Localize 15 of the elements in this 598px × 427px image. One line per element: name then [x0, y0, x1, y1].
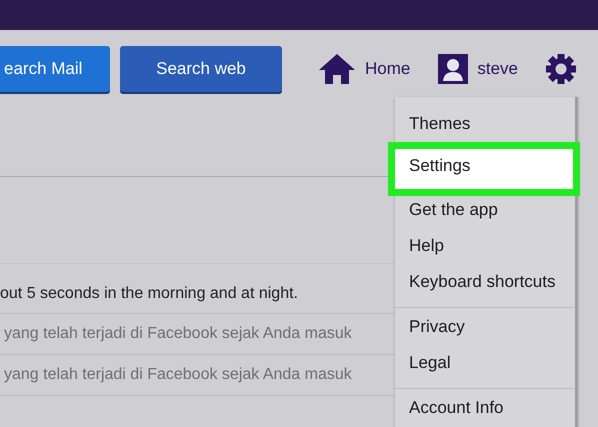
- menu-item[interactable]: Help: [395, 231, 575, 267]
- user-name[interactable]: steve: [477, 59, 518, 79]
- menu-item[interactable]: Legal: [395, 348, 575, 384]
- menu-item[interactable]: Get the app: [395, 195, 575, 231]
- menu-item[interactable]: Settings: [395, 149, 573, 189]
- menu-item[interactable]: Account Info: [395, 393, 575, 427]
- settings-icon[interactable]: [546, 54, 576, 84]
- search-button[interactable]: earch Mail: [0, 46, 110, 92]
- home-icon[interactable]: [318, 53, 356, 85]
- menu-item[interactable]: Themes: [395, 109, 575, 145]
- avatar-icon[interactable]: [438, 54, 468, 84]
- search-button[interactable]: Search web: [120, 46, 282, 92]
- menu-item[interactable]: Keyboard shortcuts: [395, 267, 575, 303]
- menu-item[interactable]: Privacy: [395, 312, 575, 348]
- home-link[interactable]: Home: [365, 59, 410, 79]
